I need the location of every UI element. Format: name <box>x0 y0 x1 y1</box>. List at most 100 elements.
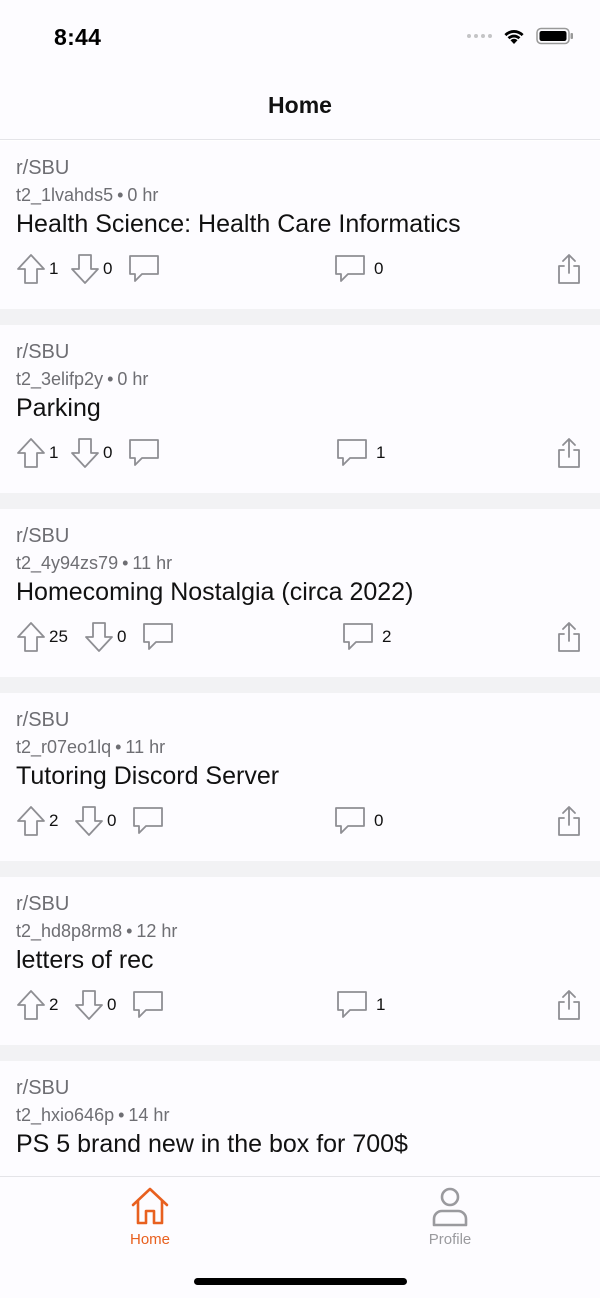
upvote-count: 2 <box>49 995 59 1014</box>
post-meta: t2_1lvahds5 • 0 hr <box>16 185 158 206</box>
tab-home-label: Home <box>129 1231 170 1248</box>
comments-action[interactable]: 0 <box>334 805 383 837</box>
post-actions: 1 0 1 <box>0 437 600 471</box>
post-feed[interactable]: r/SBU t2_1lvahds5 • 0 hr Health Science: H… <box>0 141 600 1176</box>
downvote-action[interactable]: 0 <box>70 437 112 469</box>
upvote-count: 25 <box>49 627 68 646</box>
post-subreddit: r/SBU <box>16 893 70 915</box>
tab-profile-label: Profile <box>428 1231 472 1248</box>
share-icon[interactable] <box>556 621 582 653</box>
home-indicator <box>194 1278 407 1285</box>
share-icon[interactable] <box>556 805 582 837</box>
comment-bubble-icon[interactable] <box>128 437 160 469</box>
post-title[interactable]: Tutoring Discord Server <box>16 762 279 791</box>
tab-profile[interactable]: Profile <box>390 1185 510 1248</box>
comment-bubble-icon[interactable] <box>342 621 374 653</box>
downvote-action[interactable]: 0 <box>70 253 112 285</box>
downvote-arrow-icon[interactable] <box>70 437 100 469</box>
post-author: t2_4y94zs79 <box>16 553 119 573</box>
meta-separator: • <box>118 1105 125 1125</box>
upvote-action[interactable]: 2 <box>16 989 58 1021</box>
share-icon[interactable] <box>556 253 582 285</box>
upvote-arrow-icon[interactable] <box>16 805 46 837</box>
post-card[interactable]: r/SBU t2_3elifp2y • 0 hr Parking 1 0 1 <box>0 325 600 493</box>
comment-count: 1 <box>376 995 386 1014</box>
comments-action[interactable]: 0 <box>334 253 383 285</box>
meta-separator: • <box>107 369 114 389</box>
house-icon <box>131 1187 169 1225</box>
meta-separator: • <box>117 185 124 205</box>
downvote-count: 0 <box>107 811 117 830</box>
post-actions: 25 0 2 <box>0 621 600 655</box>
downvote-action[interactable]: 0 <box>74 805 116 837</box>
post-author: t2_3elifp2y <box>16 369 104 389</box>
post-subreddit: r/SBU <box>16 1077 70 1099</box>
post-title[interactable]: Parking <box>16 394 101 423</box>
tab-home[interactable]: Home <box>90 1185 210 1248</box>
post-meta: t2_4y94zs79 • 11 hr <box>16 553 172 574</box>
upvote-action[interactable]: 1 <box>16 253 58 285</box>
post-title[interactable]: Health Science: Health Care Informatics <box>16 210 461 239</box>
downvote-count: 0 <box>107 995 117 1014</box>
navigation-bar: Home <box>0 76 600 140</box>
post-card[interactable]: r/SBU t2_r07eo1lq • 11 hr Tutoring Discord… <box>0 693 600 861</box>
downvote-count: 0 <box>103 443 113 462</box>
upvote-action[interactable]: 25 <box>16 621 68 653</box>
comment-count: 0 <box>374 811 384 830</box>
comment-count: 1 <box>376 443 386 462</box>
comment-bubble-icon[interactable] <box>336 437 368 469</box>
post-title[interactable]: PS 5 brand new in the box for 700$ <box>16 1130 408 1159</box>
comment-count: 2 <box>382 627 392 646</box>
post-meta: t2_hd8p8rm8 • 12 hr <box>16 921 177 942</box>
comments-action[interactable]: 2 <box>342 621 391 653</box>
downvote-count: 0 <box>117 627 127 646</box>
comments-action[interactable]: 1 <box>336 989 385 1021</box>
upvote-arrow-icon[interactable] <box>16 621 46 653</box>
upvote-arrow-icon[interactable] <box>16 253 46 285</box>
post-actions: 1 0 0 <box>0 253 600 287</box>
post-age: 11 hr <box>125 737 166 757</box>
post-age: 14 hr <box>128 1105 170 1125</box>
upvote-action[interactable]: 1 <box>16 437 58 469</box>
comment-bubble-icon[interactable] <box>132 805 164 837</box>
post-author: t2_hd8p8rm8 <box>16 921 123 941</box>
share-icon[interactable] <box>556 989 582 1021</box>
upvote-action[interactable]: 2 <box>16 805 58 837</box>
person-icon <box>432 1187 468 1227</box>
post-title[interactable]: letters of rec <box>16 946 154 975</box>
downvote-arrow-icon[interactable] <box>70 253 100 285</box>
comment-bubble-icon[interactable] <box>336 989 368 1021</box>
upvote-arrow-icon[interactable] <box>16 437 46 469</box>
post-card[interactable]: r/SBU t2_hxio646p • 14 hr PS 5 brand new i… <box>0 1061 600 1176</box>
downvote-action[interactable]: 0 <box>84 621 126 653</box>
comment-count: 0 <box>374 259 384 278</box>
downvote-action[interactable]: 0 <box>74 989 116 1021</box>
post-author: t2_r07eo1lq <box>16 737 112 757</box>
post-subreddit: r/SBU <box>16 525 70 547</box>
post-author: t2_hxio646p <box>16 1105 115 1125</box>
comment-bubble-icon[interactable] <box>142 621 174 653</box>
post-card[interactable]: r/SBU t2_hd8p8rm8 • 12 hr letters of rec 2… <box>0 877 600 1045</box>
status-time: 8:44 <box>54 24 102 50</box>
share-icon[interactable] <box>556 437 582 469</box>
comment-bubble-icon[interactable] <box>334 253 366 285</box>
comment-bubble-icon[interactable] <box>132 989 164 1021</box>
battery-icon <box>536 27 573 45</box>
downvote-arrow-icon[interactable] <box>84 621 114 653</box>
downvote-arrow-icon[interactable] <box>74 805 104 837</box>
comment-bubble-icon[interactable] <box>128 253 160 285</box>
upvote-count: 2 <box>49 811 59 830</box>
upvote-arrow-icon[interactable] <box>16 989 46 1021</box>
comment-bubble-icon[interactable] <box>334 805 366 837</box>
downvote-arrow-icon[interactable] <box>74 989 104 1021</box>
comments-action[interactable]: 1 <box>336 437 385 469</box>
post-card[interactable]: r/SBU t2_1lvahds5 • 0 hr Health Science: H… <box>0 141 600 309</box>
post-age: 0 hr <box>127 185 159 205</box>
page-title: Home <box>268 92 332 118</box>
post-title[interactable]: Homecoming Nostalgia (circa 2022) <box>16 578 413 607</box>
post-subreddit: r/SBU <box>16 341 70 363</box>
post-author: t2_1lvahds5 <box>16 185 114 205</box>
post-subreddit: r/SBU <box>16 709 70 731</box>
meta-separator: • <box>126 921 133 941</box>
post-card[interactable]: r/SBU t2_4y94zs79 • 11 hr Homecoming Nosta… <box>0 509 600 677</box>
